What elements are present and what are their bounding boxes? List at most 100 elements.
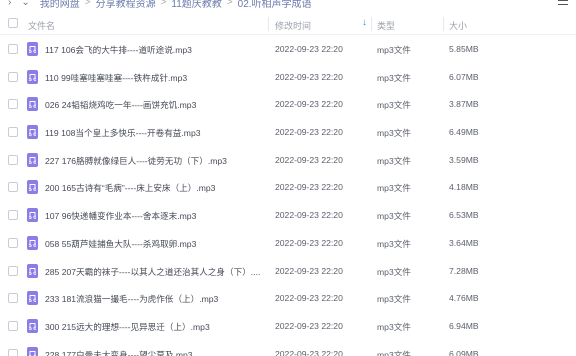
audio-file-icon (27, 180, 38, 195)
file-modified: 2022-09-23 22:20 (275, 127, 343, 138)
breadcrumb-item-share[interactable]: 分享教程资源 (96, 0, 156, 10)
list-menu-icon[interactable] (558, 0, 568, 6)
file-modified: 2022-09-23 22:20 (275, 293, 343, 304)
row-checkbox[interactable] (8, 320, 18, 331)
file-type: mp3文件 (377, 238, 411, 249)
row-checkbox[interactable] (8, 265, 18, 276)
file-type: mp3文件 (377, 294, 411, 305)
breadcrumb-separator: > (226, 0, 233, 8)
file-size: 4.76MB (449, 293, 479, 304)
row-checkbox[interactable] (8, 99, 18, 110)
file-name[interactable]: 300 215远大的理想----见异思迁（上）.mp3 (45, 321, 210, 333)
row-checkbox[interactable] (8, 182, 18, 193)
file-row[interactable]: 110 99哇塞哇塞哇塞----铁杵成针.mp3 2022-09-23 22:20… (0, 64, 576, 92)
file-row[interactable]: 300 215远大的理想----见异思迁（上）.mp3 2022-09-23 22… (0, 313, 576, 341)
chevron-down-icon[interactable]: ⌄ (21, 0, 29, 8)
file-type: mp3文件 (377, 100, 411, 111)
file-row[interactable]: 119 108当个皇上多快乐----开卷有益.mp3 2022-09-23 22:… (0, 119, 576, 147)
column-divider[interactable] (371, 17, 372, 31)
file-row[interactable]: 107 96快递幡变作业本----舍本逐末.mp3 2022-09-23 22:2… (0, 202, 576, 230)
audio-file-icon (27, 291, 38, 306)
file-type: mp3文件 (377, 155, 411, 166)
file-name[interactable]: 227 176胳膊就像绿巨人----徒劳无功（下）.mp3 (45, 155, 227, 167)
breadcrumb-item-root[interactable]: 我的网盘 (40, 0, 80, 10)
file-size: 6.07MB (449, 71, 479, 82)
breadcrumb-separator: > (84, 0, 91, 8)
file-type: mp3文件 (377, 45, 411, 55)
file-modified: 2022-09-23 22:20 (275, 237, 343, 248)
file-name[interactable]: 058 55葫芦娃捕鱼大队----杀鸡取卵.mp3 (45, 238, 196, 250)
file-type: mp3文件 (377, 72, 411, 83)
file-row[interactable]: 026 24韬韬烧鸡吃一年----画饼充饥.mp3 2022-09-23 22:2… (0, 91, 576, 119)
column-header-size[interactable]: 大小 (449, 19, 467, 32)
audio-file-icon (27, 97, 38, 112)
file-type: mp3文件 (377, 349, 411, 356)
file-name[interactable]: 228 177白骨夫大变身----望尘莫及.mp3 (45, 349, 193, 356)
file-modified: 2022-09-23 22:20 (275, 210, 343, 221)
column-divider[interactable] (268, 17, 269, 31)
file-modified: 2022-09-23 22:20 (275, 99, 343, 110)
file-modified: 2022-09-23 22:20 (275, 44, 343, 54)
file-row[interactable]: 233 181流浪猫一撮毛----为虎作伥（上）.mp3 2022-09-23 2… (0, 285, 576, 313)
file-type: mp3文件 (377, 183, 411, 194)
row-checkbox[interactable] (8, 44, 18, 54)
file-size: 7.28MB (449, 265, 479, 276)
file-name[interactable]: 107 96快递幡变作业本----舍本逐末.mp3 (45, 210, 196, 222)
file-size: 6.53MB (449, 210, 479, 221)
row-checkbox[interactable] (8, 348, 18, 356)
file-name[interactable]: 285 207天霸的袜子----以其人之道还治其人之身（下）.... (45, 266, 260, 278)
audio-file-icon (27, 263, 38, 278)
file-row[interactable]: 058 55葫芦娃捕鱼大队----杀鸡取卵.mp3 2022-09-23 22:2… (0, 230, 576, 258)
file-name[interactable]: 117 106会飞的大牛排----道听途说.mp3 (45, 44, 192, 56)
file-row[interactable]: 228 177白骨夫大变身----望尘莫及.mp3 2022-09-23 22:2… (0, 341, 576, 356)
audio-file-icon (27, 125, 38, 140)
row-checkbox[interactable] (8, 154, 18, 165)
file-type: mp3文件 (377, 266, 411, 277)
breadcrumb-separator: > (160, 0, 167, 8)
file-list: 117 106会飞的大牛排----道听途说.mp3 2022-09-23 22:2… (0, 36, 576, 356)
file-modified: 2022-09-23 22:20 (275, 154, 343, 165)
file-row[interactable]: 200 165古诗有“毛病”----床上安床（上）.mp3 2022-09-23 … (0, 174, 576, 202)
file-name[interactable]: 026 24韬韬烧鸡吃一年----画饼充饥.mp3 (45, 99, 196, 111)
breadcrumb-item-course[interactable]: 11题庆教教 (171, 0, 221, 10)
file-modified: 2022-09-23 22:20 (275, 265, 343, 276)
file-name[interactable]: 200 165古诗有“毛病”----床上安床（上）.mp3 (45, 182, 215, 194)
file-modified: 2022-09-23 22:20 (275, 182, 343, 193)
file-size: 5.85MB (449, 44, 479, 54)
audio-file-icon (27, 346, 38, 356)
row-checkbox[interactable] (8, 210, 18, 221)
file-size: 6.94MB (449, 320, 479, 331)
file-name[interactable]: 233 181流浪猫一撮毛----为虎作伥（上）.mp3 (45, 293, 218, 305)
file-size: 3.87MB (449, 99, 479, 110)
row-checkbox[interactable] (8, 127, 18, 138)
back-arrow-icon[interactable]: › (8, 0, 11, 8)
audio-file-icon (27, 152, 38, 167)
select-all-checkbox[interactable] (8, 18, 18, 28)
file-size: 3.64MB (449, 237, 479, 248)
column-header-name[interactable]: 文件名 (28, 19, 55, 32)
file-size: 3.59MB (449, 154, 479, 165)
file-name[interactable]: 119 108当个皇上多快乐----开卷有益.mp3 (45, 127, 201, 139)
column-header-modified[interactable]: 修改时间 (275, 19, 311, 32)
column-divider[interactable] (443, 17, 444, 31)
file-size: 4.18MB (449, 182, 479, 193)
file-row[interactable]: 285 207天霸的袜子----以其人之道还治其人之身（下）.... 2022-0… (0, 258, 576, 286)
row-checkbox[interactable] (8, 237, 18, 248)
audio-file-icon (27, 42, 38, 56)
file-row[interactable]: 117 106会飞的大牛排----道听途说.mp3 2022-09-23 22:2… (0, 36, 576, 64)
audio-file-icon (27, 235, 38, 250)
row-checkbox[interactable] (8, 71, 18, 82)
column-header-type[interactable]: 类型 (377, 19, 395, 32)
file-type: mp3文件 (377, 128, 411, 139)
audio-file-icon (27, 208, 38, 223)
breadcrumb-item-current[interactable]: 02.听相声学成语 (238, 0, 312, 10)
file-row[interactable]: 227 176胳膊就像绿巨人----徒劳无功（下）.mp3 2022-09-23 … (0, 147, 576, 175)
file-name[interactable]: 110 99哇塞哇塞哇塞----铁杵成针.mp3 (45, 72, 187, 84)
file-type: mp3文件 (377, 211, 411, 222)
sort-arrow-down-icon[interactable]: ↓ (362, 17, 367, 28)
row-checkbox[interactable] (8, 293, 18, 304)
top-toolbar: › ⌄ 我的网盘 > 分享教程资源 > 11题庆教教 > 02.听相声学成语 (0, 0, 576, 10)
file-modified: 2022-09-23 22:20 (275, 320, 343, 331)
file-modified: 2022-09-23 22:20 (275, 348, 343, 356)
audio-file-icon (27, 318, 38, 333)
